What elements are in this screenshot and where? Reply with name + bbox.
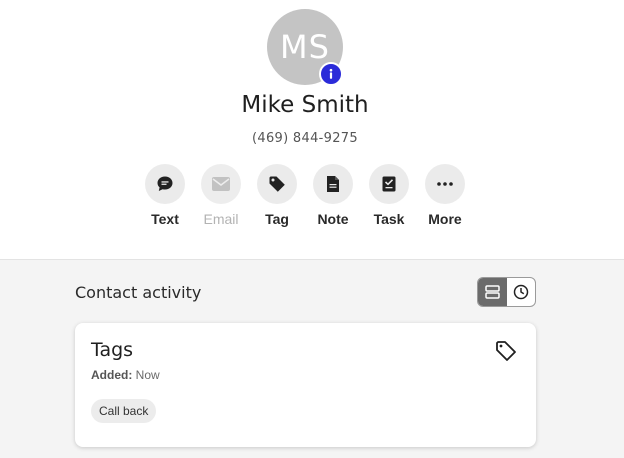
document-icon	[313, 164, 353, 204]
envelope-icon	[201, 164, 241, 204]
clock-icon[interactable]	[507, 278, 536, 306]
ellipsis-icon	[425, 164, 465, 204]
note-button-label: Note	[317, 211, 349, 227]
note-button[interactable]: Note	[305, 164, 361, 227]
added-label: Added:	[91, 368, 133, 382]
tags-added-info: Added: Now	[91, 368, 160, 382]
contact-phone[interactable]: (469) 844-9275	[0, 131, 610, 146]
task-button[interactable]: Task	[361, 164, 417, 227]
contact-header: MS Mike Smith (469) 844-9275 Text Email …	[0, 0, 624, 260]
tag-outline-icon	[495, 340, 517, 367]
email-button[interactable]: Email	[193, 164, 249, 227]
tags-card-title: Tags	[91, 339, 134, 361]
chat-bubble-icon	[145, 164, 185, 204]
more-button-label: More	[428, 211, 462, 227]
tag-chip[interactable]: Call back	[91, 399, 157, 423]
tag-button-label: Tag	[265, 211, 289, 227]
tag-button[interactable]: Tag	[249, 164, 305, 227]
added-value: Now	[135, 368, 160, 382]
activity-view-toggle	[477, 277, 536, 307]
contact-name: Mike Smith	[241, 92, 369, 118]
text-button[interactable]: Text	[137, 164, 193, 227]
tag-icon	[257, 164, 297, 204]
action-bar: Text Email Tag Note Task More	[137, 164, 473, 227]
avatar-container: MS	[267, 9, 343, 86]
tags-card: Tags Added: Now Call back	[75, 323, 536, 447]
task-button-label: Task	[373, 211, 405, 227]
text-button-label: Text	[151, 211, 179, 227]
contact-activity-title: Contact activity	[75, 283, 202, 302]
info-icon[interactable]	[319, 62, 343, 86]
list-view-icon[interactable]	[478, 278, 507, 306]
email-button-label: Email	[203, 211, 239, 227]
task-icon	[369, 164, 409, 204]
more-button[interactable]: More	[417, 164, 473, 227]
